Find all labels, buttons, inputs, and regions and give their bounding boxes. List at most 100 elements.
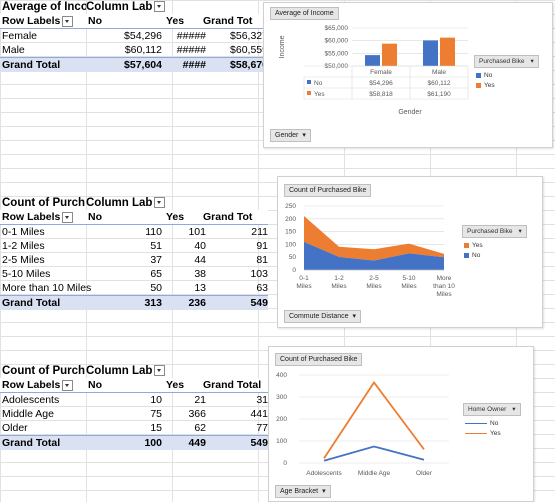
income-column-chart[interactable]: Average of Income $65,000 $60,000 $55,000 $…: [263, 2, 553, 148]
row-label: 5-10 Miles: [2, 268, 51, 280]
cell-yes: 62: [194, 422, 206, 434]
x-category-label: 2-5: [369, 275, 379, 282]
y-tick-label: 50: [289, 254, 297, 261]
table-row[interactable]: Older 15 62 77: [0, 421, 268, 435]
grand-total-row[interactable]: Grand Total $57,604 #### $58,670: [0, 57, 268, 72]
row-labels-header[interactable]: Row Labels: [2, 210, 86, 224]
column-labels-header[interactable]: Column Lab: [86, 196, 266, 210]
y-tick-label: 250: [285, 203, 296, 210]
y-tick-label: 400: [276, 372, 287, 379]
commute-area-chart[interactable]: Count of Purchased Bike 250 200 150 100 50 0 0…: [277, 176, 543, 328]
chart-legend[interactable]: Purchased Bike ▾ Yes No: [462, 225, 527, 261]
row-label: Middle Age: [2, 408, 54, 420]
cell-no: 313: [144, 297, 162, 309]
cell-total: 211: [251, 226, 268, 238]
row-filter-dropdown-icon[interactable]: [62, 15, 74, 27]
legend-item-yes: Yes: [462, 241, 527, 251]
cell-total: 441: [250, 408, 268, 420]
column-header-total: Grand Total: [203, 379, 262, 391]
cell-no: 65: [150, 268, 162, 280]
row-filter-dropdown-icon[interactable]: [62, 211, 74, 223]
grand-total-row[interactable]: Grand Total 313 236 549: [0, 295, 268, 310]
table-cell: $60,112: [427, 80, 450, 87]
cell-total: $56,327: [230, 30, 268, 42]
table-row[interactable]: Adolescents 10 21 31: [0, 393, 268, 407]
cell-yes: #####: [176, 44, 206, 56]
x-category-label: Miles: [401, 283, 417, 290]
age-bracket-filter-button[interactable]: Age Bracket ▾: [275, 485, 331, 498]
table-row[interactable]: 0-1 Miles 110 101 211: [0, 225, 268, 239]
y-tick-label: $60,000: [325, 38, 349, 45]
column-header-yes: Yes: [166, 379, 185, 391]
gender-filter-button[interactable]: Gender ▾: [270, 129, 311, 142]
chart-legend[interactable]: Home Owner ▾ No Yes: [463, 403, 521, 439]
table-cell: $54,296: [369, 80, 393, 87]
row-labels-header[interactable]: Row Labels: [2, 378, 86, 392]
x-axis-label: Gender: [398, 109, 422, 116]
x-category-label: than 10: [433, 283, 455, 290]
y-tick-label: 100: [285, 241, 296, 248]
column-filter-dropdown-icon[interactable]: [154, 197, 166, 209]
table-row[interactable]: Female $54,296 ##### $56,327: [0, 29, 268, 43]
cell-total: 81: [256, 254, 268, 266]
column-labels-header[interactable]: Column Lab: [86, 364, 266, 378]
cell-yes: 101: [188, 226, 206, 238]
cell-yes: 40: [194, 240, 206, 252]
bar-yes: [382, 43, 397, 66]
y-tick-label: 0: [283, 460, 287, 467]
table-row[interactable]: 1-2 Miles 51 40 91: [0, 239, 268, 253]
cell-yes: ####: [182, 59, 206, 71]
commute-distance-filter-button[interactable]: Commute Distance ▾: [284, 310, 362, 323]
table-row[interactable]: More than 10 Miles 50 13 63: [0, 281, 268, 295]
table-row[interactable]: Middle Age 75 366 441: [0, 407, 268, 421]
column-header-yes: Yes: [166, 15, 185, 27]
column-header-no: No: [88, 379, 102, 391]
y-tick-label: 100: [276, 438, 287, 445]
legend-item-yes: Yes: [463, 429, 521, 439]
x-category-label: More: [437, 275, 452, 282]
legend-field-button[interactable]: Purchased Bike ▾: [462, 225, 527, 238]
column-labels-header[interactable]: Column Lab: [86, 0, 266, 14]
y-tick-label: $55,000: [325, 50, 349, 57]
x-category-label: Female: [370, 69, 392, 76]
row-labels-header[interactable]: Row Labels: [2, 14, 86, 28]
worksheet-grid[interactable]: Average of Inco Column Lab Row Labels No…: [0, 0, 555, 502]
table-row[interactable]: 5-10 Miles 65 38 103: [0, 267, 268, 281]
x-category-label: Adolescents: [306, 470, 342, 477]
age-line-chart[interactable]: Count of Purchased Bike 400 300 200 100 0 Ado…: [268, 346, 534, 502]
row-filter-dropdown-icon[interactable]: [62, 379, 74, 391]
legend-field-button[interactable]: Purchased Bike ▾: [474, 55, 539, 68]
column-filter-dropdown-icon[interactable]: [154, 365, 166, 377]
cell-no: 100: [144, 437, 162, 449]
cell-yes: 13: [194, 282, 206, 294]
grand-total-row[interactable]: Grand Total 100 449 549: [0, 435, 268, 450]
cell-yes: 38: [194, 268, 206, 280]
chart-legend[interactable]: Purchased Bike ▾ No Yes: [474, 55, 539, 91]
y-axis-label: Income: [279, 35, 286, 58]
cell-total: $60,559: [230, 44, 268, 56]
row-label: 1-2 Miles: [2, 240, 45, 252]
cell-yes: 366: [188, 408, 206, 420]
table-row[interactable]: 2-5 Miles 37 44 81: [0, 253, 268, 267]
column-filter-dropdown-icon[interactable]: [154, 1, 166, 13]
x-category-label: Middle Age: [358, 470, 391, 477]
table-row[interactable]: Male $60,112 ##### $60,559: [0, 43, 268, 57]
legend-item-yes: Yes: [474, 81, 539, 91]
row-label: Older: [2, 422, 28, 434]
row-label: Grand Total: [2, 59, 61, 71]
legend-field-button[interactable]: Home Owner ▾: [463, 403, 521, 416]
table-cell: $61,190: [427, 91, 451, 98]
table-series-label: No: [314, 80, 323, 87]
legend-item-no: No: [462, 251, 527, 261]
x-category-label: 1-2: [334, 275, 344, 282]
cell-no: 50: [150, 282, 162, 294]
cell-no: $60,112: [124, 44, 162, 56]
bar-no: [423, 40, 438, 66]
bar-yes: [440, 37, 455, 66]
x-category-label: Male: [432, 69, 446, 76]
table-legend-key: [307, 80, 311, 84]
cell-no: 10: [150, 394, 162, 406]
cell-no: 110: [145, 226, 162, 238]
y-tick-label: 200: [276, 416, 287, 423]
x-category-label: Miles: [436, 291, 452, 298]
